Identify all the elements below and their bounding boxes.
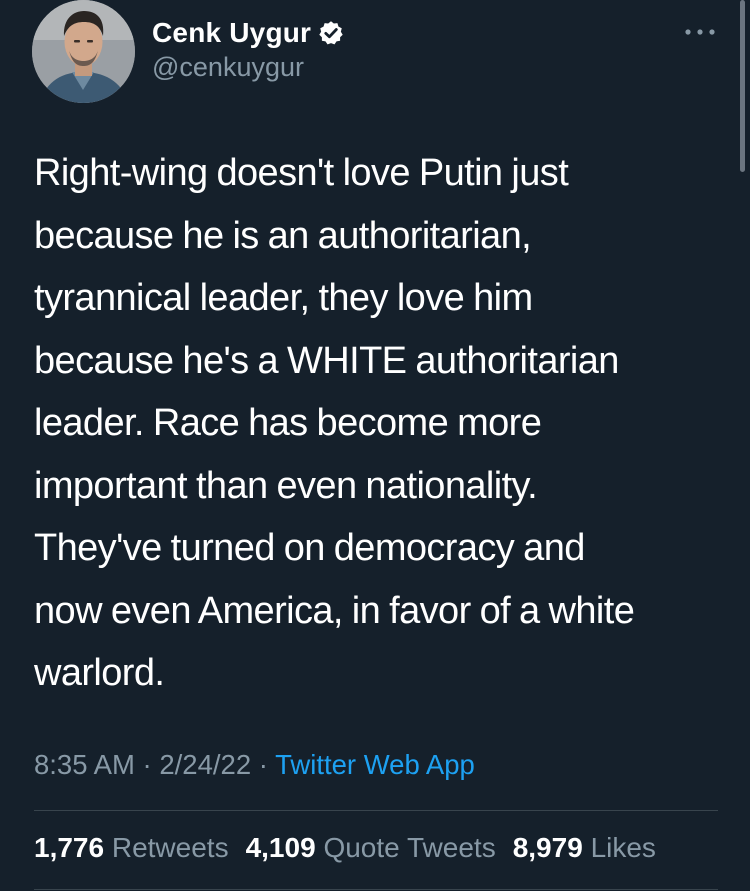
tweet-text-line: warlord.: [34, 652, 165, 694]
likes-stat[interactable]: 8,979 Likes: [513, 832, 656, 864]
quote-tweets-label: Quote Tweets: [323, 832, 496, 863]
tweet-text-line: They've turned on democracy and: [34, 527, 585, 569]
quote-tweets-stat[interactable]: 4,109 Quote Tweets: [246, 832, 496, 864]
retweets-count: 1,776: [34, 832, 105, 863]
divider: [34, 889, 718, 890]
verified-badge-icon: [319, 21, 343, 45]
tweet-text-line: because he is an authoritarian,: [34, 214, 532, 257]
tweet-detail: Cenk Uygur @cenkuygur Right-wing doesn't…: [0, 0, 750, 891]
divider: [34, 810, 718, 811]
tweet-text-line: Right-wing doesn't love Putin just: [34, 152, 569, 194]
author-name-row: Cenk Uygur: [152, 13, 344, 53]
tweet-source-link[interactable]: Twitter Web App: [275, 749, 475, 780]
tweet-text-line: important than even nationality.: [34, 464, 538, 507]
more-options-icon[interactable]: [682, 22, 718, 42]
scrollbar[interactable]: [740, 0, 745, 172]
tweet-stats: 1,776 Retweets 4,109 Quote Tweets 8,979 …: [34, 832, 673, 864]
tweet-text-line: tyrannical leader, they love him: [34, 277, 533, 319]
quote-tweets-count: 4,109: [245, 832, 316, 863]
tweet-metadata: 8:35 AM · 2/24/22 · Twitter Web App: [34, 749, 475, 781]
tweet-time[interactable]: 8:35 AM: [34, 749, 135, 780]
avatar[interactable]: [32, 0, 135, 103]
tweet-text-line: leader. Race has become more: [34, 402, 542, 444]
author-display-name[interactable]: Cenk Uygur: [152, 17, 311, 49]
meta-separator: ·: [258, 749, 268, 780]
author-handle[interactable]: @cenkuygur: [152, 52, 304, 83]
avatar-photo-icon: [32, 0, 135, 103]
likes-label: Likes: [590, 832, 656, 863]
retweets-label: Retweets: [111, 832, 229, 863]
tweet-text-line: now even America, in favor of a white: [34, 589, 635, 632]
retweets-stat[interactable]: 1,776 Retweets: [34, 832, 229, 864]
meta-separator: ·: [142, 749, 152, 780]
tweet-date[interactable]: 2/24/22: [159, 749, 251, 780]
likes-count: 8,979: [512, 832, 583, 863]
tweet-text: Right-wing doesn't love Putin just becau…: [34, 142, 724, 705]
tweet-text-line: because he's a WHITE authoritarian: [34, 339, 619, 382]
